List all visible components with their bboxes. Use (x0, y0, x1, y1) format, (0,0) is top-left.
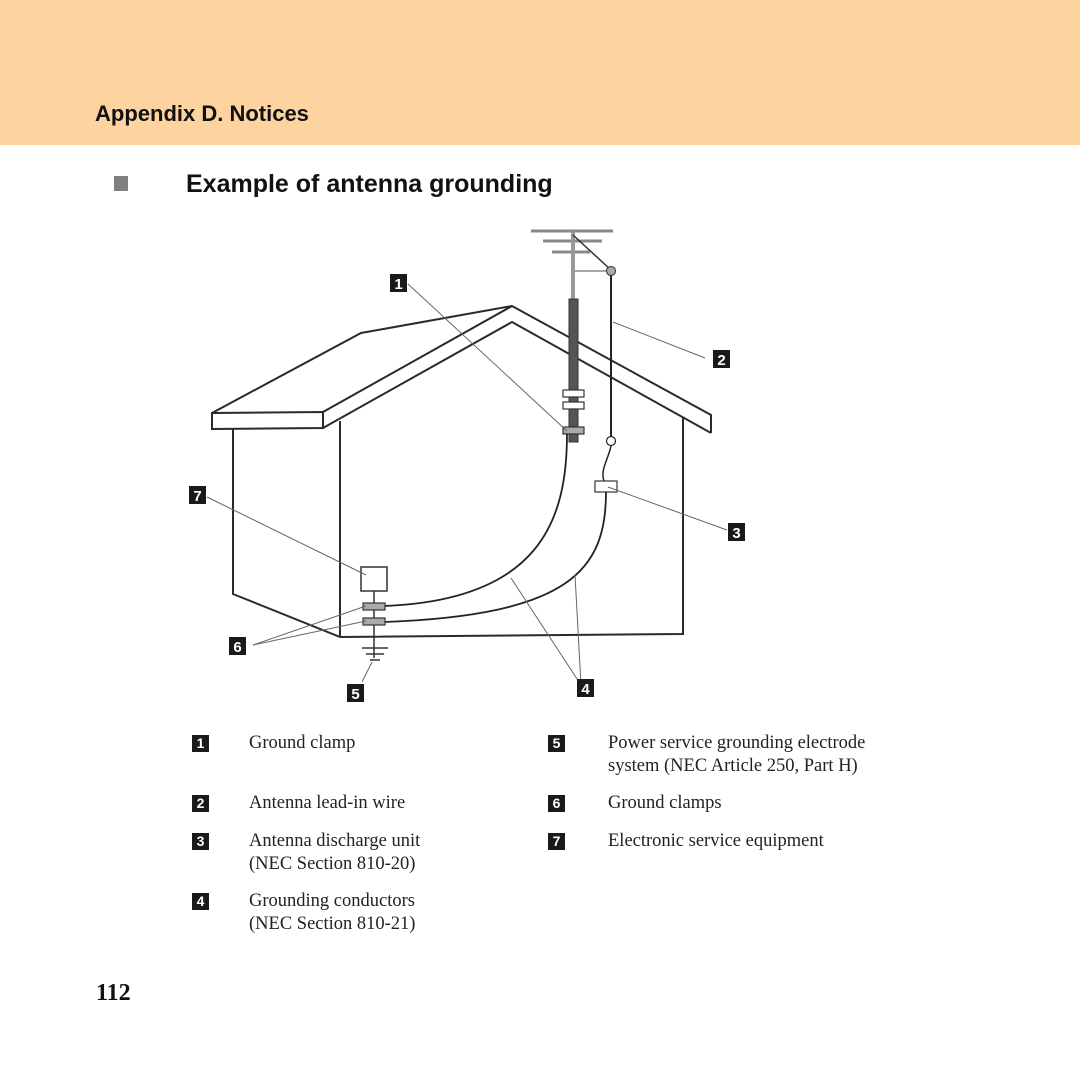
callout-label: 6 (233, 639, 241, 656)
service-equipment (360, 566, 388, 661)
legend-text: system (NEC Article 250, Part H) (608, 756, 858, 776)
callout-1: 1 (390, 274, 407, 293)
callout-3: 3 (728, 523, 745, 542)
legend-badge: 3 (192, 833, 209, 850)
legend-badge: 5 (548, 735, 565, 752)
discharge-unit (594, 480, 618, 493)
legend-text: Ground clamp (249, 733, 356, 753)
legend-text: Electronic service equipment (608, 831, 824, 851)
grounding-conductors (383, 433, 607, 623)
callout-6: 6 (229, 637, 246, 656)
legend-badge: 7 (548, 833, 565, 850)
house-outline (211, 304, 712, 638)
legend-text: (NEC Section 810-20) (249, 854, 416, 874)
legend-text: Ground clamps (608, 793, 722, 813)
callout-label: 2 (717, 352, 725, 369)
legend-badge: 6 (548, 795, 565, 812)
legend-text: Power service grounding electrode (608, 733, 866, 753)
callout-label: 4 (581, 681, 590, 698)
roof-ridge-bottom (322, 320, 712, 434)
page-number: 112 (96, 980, 131, 1006)
callout-7: 7 (189, 486, 206, 505)
legend-text: Antenna discharge unit (249, 831, 421, 851)
callout-2: 2 (713, 350, 730, 369)
legend-badge: 4 (192, 893, 209, 910)
callout-label: 1 (394, 276, 402, 293)
legend-badge: 1 (192, 735, 209, 752)
roof-overhang-left (211, 410, 324, 431)
antenna-grounding-diagram: 1 2 3 4 5 6 7 (189, 229, 745, 703)
callout-4: 4 (577, 679, 594, 698)
callout-label: 5 (351, 686, 359, 703)
callout-label: 3 (732, 525, 740, 542)
legend-text: (NEC Section 810-21) (249, 914, 416, 934)
callout-5: 5 (347, 684, 364, 703)
leader-lines (206, 283, 728, 686)
legend-text: Antenna lead-in wire (249, 793, 406, 813)
legend-badge: 2 (192, 795, 209, 812)
roof-back-edge (211, 305, 513, 414)
legend-text: Grounding conductors (249, 891, 415, 911)
callout-label: 7 (193, 488, 201, 505)
wall-left (232, 429, 341, 638)
wall-right (339, 418, 684, 638)
antenna-mast (531, 229, 617, 443)
